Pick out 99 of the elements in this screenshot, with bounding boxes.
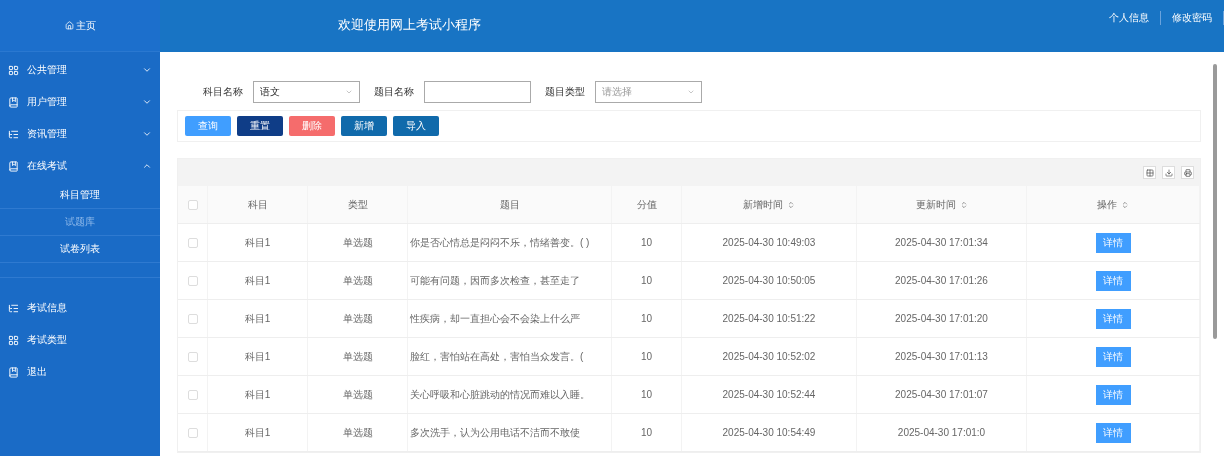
table-cell: 2025-04-30 17:01:26 [857, 262, 1027, 299]
checkbox[interactable] [187, 427, 198, 438]
table-cell: 2025-04-30 10:52:02 [682, 338, 857, 375]
column-header: 类型 [308, 186, 408, 223]
sort-icon[interactable] [787, 200, 795, 209]
table-cell: 2025-04-30 17:01:34 [857, 224, 1027, 261]
checkbox[interactable] [187, 237, 198, 248]
printer-icon[interactable] [1181, 166, 1194, 179]
action-button[interactable]: 查询 [185, 116, 231, 136]
chevron-down-icon [142, 129, 152, 139]
column-header: 更新时间 [857, 186, 1027, 223]
sidebar-item[interactable]: 用户管理 [0, 86, 160, 118]
table-cell: 单选题 [308, 414, 408, 451]
table-cell: 2025-04-30 17:01:20 [857, 300, 1027, 337]
table-cell: 脸红，害怕站在高处，害怕当众发言。( [408, 338, 612, 375]
table-cell: 科目1 [208, 224, 308, 261]
table-cell: 10 [612, 224, 682, 261]
table-cell: 单选题 [308, 300, 408, 337]
table-cell: 你是否心情总是闷闷不乐，情绪善变。( ) [408, 224, 612, 261]
column-header: 操作 [1027, 186, 1200, 223]
book-icon [8, 160, 19, 172]
dropdown-icon [687, 88, 695, 96]
details-button[interactable]: 详情 [1095, 384, 1131, 405]
details-button[interactable]: 详情 [1095, 270, 1131, 291]
table-cell: 科目1 [208, 376, 308, 413]
checkbox[interactable] [187, 199, 198, 210]
column-header: 新增时间 [682, 186, 857, 223]
column-header: 科目 [208, 186, 308, 223]
table-cell: 单选题 [308, 262, 408, 299]
details-button[interactable]: 详情 [1095, 422, 1131, 443]
select-field[interactable]: 请选择 [595, 81, 702, 103]
sidebar-item[interactable]: 在线考试 [0, 150, 160, 182]
action-button[interactable]: 重置 [237, 116, 283, 136]
chevron-up-icon [142, 161, 152, 171]
sort-icon[interactable] [1121, 200, 1129, 209]
list-icon [8, 302, 19, 314]
table-cell: 2025-04-30 10:50:05 [682, 262, 857, 299]
action-button[interactable]: 删除 [289, 116, 335, 136]
checkbox[interactable] [187, 351, 198, 362]
grid-icon [8, 64, 19, 76]
grid-icon [8, 334, 19, 346]
book-icon [8, 366, 19, 378]
table-cell: 科目1 [208, 414, 308, 451]
chevron-down-icon [142, 65, 152, 75]
header-link[interactable]: 修改密码 [1161, 11, 1224, 25]
dropdown-icon [345, 88, 353, 96]
grid-icon[interactable] [1143, 166, 1156, 179]
field-label: 题目类型 [545, 85, 585, 99]
table-cell: 2025-04-30 10:54:49 [682, 414, 857, 451]
table-cell: 10 [612, 338, 682, 375]
input-field[interactable] [424, 81, 531, 103]
checkbox[interactable] [187, 389, 198, 400]
table-cell: 可能有问题，因而多次检查，甚至走了 [408, 262, 612, 299]
table-cell: 关心呼吸和心脏跳动的情况而难以入睡。 [408, 376, 612, 413]
download-icon[interactable] [1162, 166, 1175, 179]
table-cell: 单选题 [308, 376, 408, 413]
table-cell: 科目1 [208, 338, 308, 375]
column-header: 分值 [612, 186, 682, 223]
table-cell: 2025-04-30 10:52:44 [682, 376, 857, 413]
header-link[interactable]: 个人信息 [1098, 11, 1161, 25]
home-link[interactable]: 主页 [64, 18, 96, 33]
table-cell: 性疾病，却一直担心会不会染上什么严 [408, 300, 612, 337]
action-button[interactable]: 导入 [393, 116, 439, 136]
sidebar-item[interactable]: 退出 [0, 356, 160, 388]
table-cell: 2025-04-30 17:01:13 [857, 338, 1027, 375]
action-button[interactable]: 新增 [341, 116, 387, 136]
table-cell: 科目1 [208, 300, 308, 337]
table-cell: 单选题 [308, 338, 408, 375]
table-cell: 多次洗手，认为公用电话不洁而不敢使 [408, 414, 612, 451]
page-title: 欢迎使用网上考试小程序 [338, 16, 482, 34]
table-cell: 10 [612, 414, 682, 451]
column-header: 题目 [408, 186, 612, 223]
sort-icon[interactable] [959, 200, 968, 209]
select-field[interactable]: 语文 [253, 81, 360, 103]
table-cell: 单选题 [308, 224, 408, 261]
sidebar-item[interactable]: 考试信息 [0, 292, 160, 324]
chevron-down-icon [142, 97, 152, 107]
table-cell: 2025-04-30 10:49:03 [682, 224, 857, 261]
details-button[interactable]: 详情 [1095, 308, 1131, 329]
scrollbar[interactable] [1213, 64, 1217, 339]
list-icon [8, 128, 19, 140]
table-cell: 2025-04-30 17:01:0 [857, 414, 1027, 451]
table-cell: 10 [612, 262, 682, 299]
table-cell: 10 [612, 376, 682, 413]
field-label: 科目名称 [203, 85, 243, 99]
checkbox[interactable] [187, 275, 198, 286]
sidebar-item[interactable]: 考试类型 [0, 324, 160, 356]
book-icon [8, 96, 19, 108]
table-cell: 科目1 [208, 262, 308, 299]
details-button[interactable]: 详情 [1095, 232, 1131, 253]
sidebar-item[interactable]: 公共管理 [0, 54, 160, 86]
home-icon [64, 21, 74, 30]
details-button[interactable]: 详情 [1095, 346, 1131, 367]
table-cell: 10 [612, 300, 682, 337]
table-cell: 2025-04-30 10:51:22 [682, 300, 857, 337]
table-cell: 2025-04-30 17:01:07 [857, 376, 1027, 413]
field-label: 题目名称 [374, 85, 414, 99]
checkbox[interactable] [187, 313, 198, 324]
sidebar-item[interactable]: 资讯管理 [0, 118, 160, 150]
